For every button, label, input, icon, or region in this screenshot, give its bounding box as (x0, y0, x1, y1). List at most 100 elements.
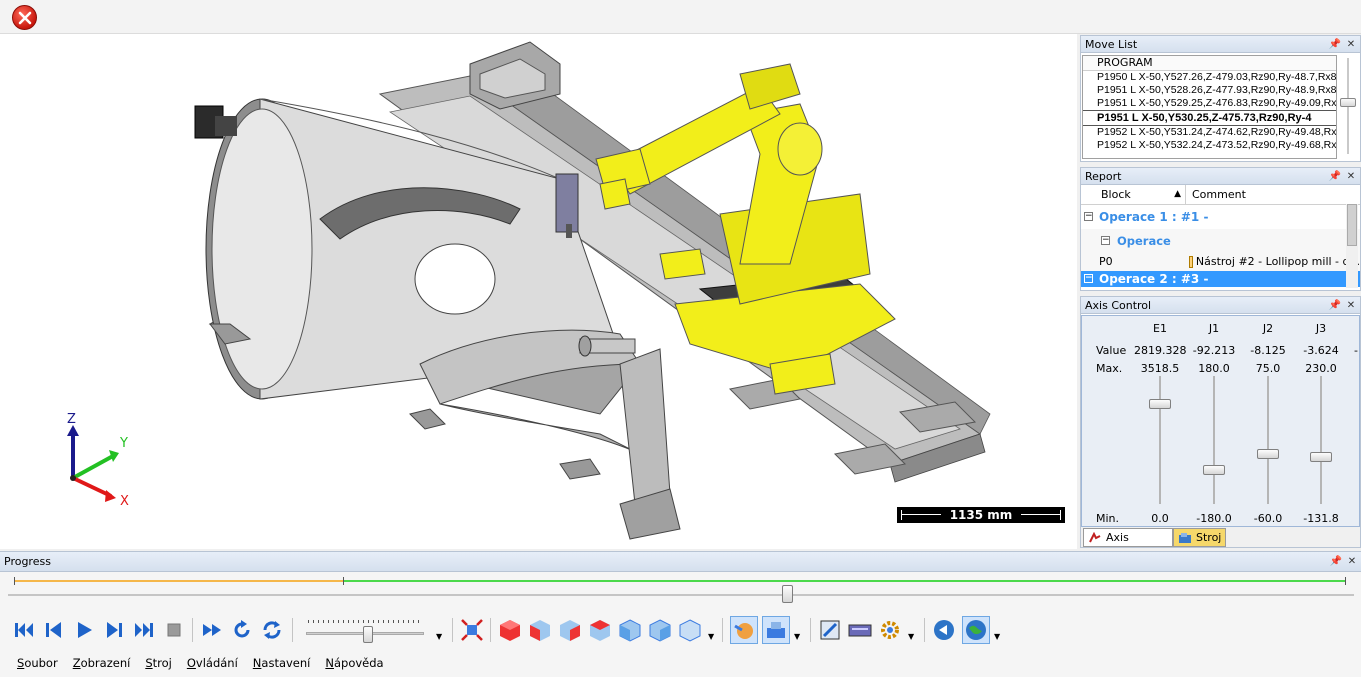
report-scrollbar[interactable] (1346, 204, 1358, 288)
close-panel-icon[interactable]: ✕ (1344, 169, 1358, 183)
move-list-row[interactable]: P1950 L X-50,Y527.26,Z-479.03,Rz90,Ry-48… (1083, 71, 1336, 84)
progress-scrubber[interactable] (8, 585, 1354, 603)
axis-slider[interactable] (1257, 376, 1279, 504)
menu-item[interactable]: Stroj (145, 656, 172, 670)
axis-slider[interactable] (1310, 376, 1332, 504)
value-row-label: Value (1096, 344, 1127, 357)
dropdown-caret-icon[interactable]: ▼ (794, 632, 801, 641)
view-back-icon[interactable] (556, 616, 584, 644)
first-icon[interactable] (10, 616, 38, 644)
simulation-icon[interactable] (730, 616, 758, 644)
move-list-slider-thumb[interactable] (1340, 98, 1356, 107)
tab-stroj[interactable]: Stroj (1173, 528, 1226, 547)
view-top-icon[interactable] (646, 616, 674, 644)
report-op2-row[interactable]: − Operace 2 : #3 - (1081, 271, 1360, 287)
dropdown-caret-icon[interactable]: ▼ (708, 632, 715, 641)
collapse-icon[interactable]: − (1101, 236, 1110, 245)
axis-max: 230.0 (1305, 362, 1337, 375)
axis-z-label: Z (67, 412, 76, 427)
axis-slider-thumb[interactable] (1310, 452, 1332, 462)
axis-control-icon (1089, 532, 1101, 543)
close-panel-icon[interactable]: ✕ (1344, 298, 1358, 312)
repeat-icon[interactable] (258, 616, 286, 644)
axis-min: -60.0 (1253, 512, 1283, 525)
move-list-row[interactable]: P1952 L X-50,Y531.24,Z-474.62,Rz90,Ry-49… (1083, 126, 1336, 139)
pin-icon[interactable]: 📌 (1328, 37, 1342, 51)
move-list-header: Move List 📌 ✕ (1081, 36, 1360, 53)
axis-slider-thumb[interactable] (1257, 449, 1279, 459)
axis-slider-thumb[interactable] (1149, 399, 1171, 409)
close-panel-icon[interactable]: ✕ (1345, 555, 1359, 569)
tab-axis-control[interactable]: Axis Control (1083, 528, 1173, 562)
stop-icon[interactable] (160, 616, 188, 644)
move-list-row[interactable]: P1951 L X-50,Y528.26,Z-477.93,Rz90,Ry-48… (1083, 84, 1336, 97)
menu-item[interactable]: Zobrazení (73, 656, 131, 670)
loop-icon[interactable] (228, 616, 256, 644)
tool-icon (1189, 256, 1193, 268)
top-toolbar (0, 0, 1361, 34)
machine-view-icon[interactable] (762, 616, 790, 644)
report-col-block[interactable]: Block ▲ (1081, 185, 1186, 204)
program-timeline[interactable] (14, 577, 1346, 585)
progress-scrubber-thumb[interactable] (782, 585, 793, 603)
collapse-icon[interactable]: − (1084, 212, 1093, 221)
axis-slider-thumb[interactable] (1203, 465, 1225, 475)
menu-item[interactable]: Nastavení (253, 656, 311, 670)
close-icon[interactable] (12, 5, 37, 30)
pin-icon[interactable]: 📌 (1328, 298, 1342, 312)
pin-icon[interactable]: 📌 (1328, 169, 1342, 183)
speed-slider[interactable] (304, 618, 432, 644)
report-title: Report (1085, 169, 1122, 183)
axis-x-label: X (120, 494, 129, 509)
previous-icon[interactable] (40, 616, 68, 644)
keyboard-icon[interactable] (846, 616, 874, 644)
sort-up-icon: ▲ (1174, 189, 1181, 199)
menu-item[interactable]: Ovládání (187, 656, 238, 670)
axis-name: J1 (1208, 322, 1220, 335)
axis-control-body: Value Max. Min. - E1 2819.328 3518.5 0.0 J1 -… (1081, 315, 1360, 527)
move-list-row[interactable]: P1951 L X-50,Y530.25,Z-475.73,Rz90,Ry-4 (1083, 110, 1336, 126)
menu-item[interactable]: Nápověda (325, 656, 383, 670)
report-op1-row[interactable]: − Operace 1 : #1 - (1081, 205, 1360, 229)
axis-control-header: Axis Control 📌 ✕ (1081, 297, 1360, 314)
view-right-icon[interactable] (616, 616, 644, 644)
max-row-label: Max. (1096, 362, 1123, 375)
report-p0-row[interactable]: P0 Nástroj #2 - Lollipop mill - d... (1081, 253, 1360, 271)
edit-icon[interactable] (816, 616, 844, 644)
axis-max: 180.0 (1198, 362, 1230, 375)
machine-icon (1179, 533, 1191, 543)
pin-icon[interactable]: 📌 (1329, 555, 1343, 569)
view-left-icon[interactable] (586, 616, 614, 644)
view-iso-icon[interactable] (496, 616, 524, 644)
axis-control-panel: Axis Control 📌 ✕ Value Max. Min. - E1 281… (1080, 296, 1361, 562)
move-list-table: PROGRAM P1950 L X-50,Y527.26,Z-479.03,Rz… (1082, 55, 1337, 159)
move-list-panel: Move List 📌 ✕ PROGRAM P1950 L X-50,Y527.… (1080, 35, 1361, 162)
close-panel-icon[interactable]: ✕ (1344, 37, 1358, 51)
zoom-fit-icon[interactable] (458, 616, 486, 644)
axis-slider[interactable] (1149, 376, 1171, 504)
dropdown-caret-icon[interactable]: ▼ (994, 632, 1001, 641)
last-icon[interactable] (130, 616, 158, 644)
dropdown-caret-icon[interactable]: ▼ (908, 632, 915, 641)
back-globe-icon[interactable] (930, 616, 958, 644)
3d-viewport[interactable]: Z Y X 1135 mm (0, 34, 1077, 549)
move-list-slider[interactable] (1340, 58, 1356, 154)
axis-slider[interactable] (1203, 376, 1225, 504)
speed-slider-thumb[interactable] (363, 626, 373, 643)
move-list-row[interactable]: P1952 L X-50,Y532.24,Z-473.52,Rz90,Ry-49… (1083, 139, 1336, 152)
web-globe-icon[interactable] (962, 616, 990, 644)
view-front-icon[interactable] (526, 616, 554, 644)
menu-item[interactable]: Soubor (17, 656, 58, 670)
collapse-icon[interactable]: − (1084, 274, 1093, 283)
next-icon[interactable] (100, 616, 128, 644)
report-sub-row[interactable]: − Operace (1081, 229, 1360, 253)
settings-icon[interactable] (876, 616, 904, 644)
report-col-comment[interactable]: Comment (1186, 185, 1360, 204)
dropdown-caret-icon[interactable]: ▼ (436, 632, 443, 641)
min-row-label: Min. (1096, 512, 1120, 525)
play-icon[interactable] (70, 616, 98, 644)
fast-forward-icon[interactable] (198, 616, 226, 644)
progress-title: Progress (4, 555, 51, 568)
view-bottom-icon[interactable] (676, 616, 704, 644)
move-list-row[interactable]: P1951 L X-50,Y529.25,Z-476.83,Rz90,Ry-49… (1083, 97, 1336, 110)
